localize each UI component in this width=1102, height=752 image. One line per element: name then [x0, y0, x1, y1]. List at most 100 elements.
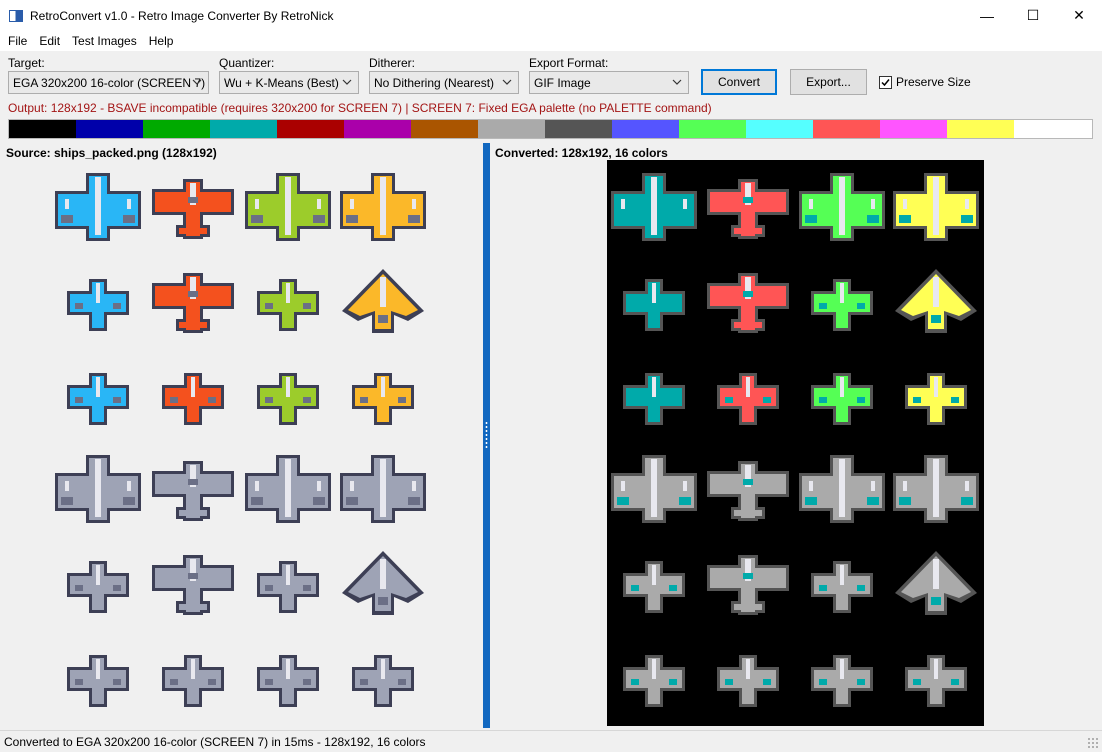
- palette-swatch: [1014, 120, 1081, 138]
- ship-sprite: [55, 455, 141, 523]
- size-grip-icon[interactable]: [1087, 737, 1099, 749]
- palette-swatch: [679, 120, 746, 138]
- ship-sprite: [245, 173, 331, 241]
- ship-cell: [51, 348, 145, 442]
- ship-sprite: [55, 173, 141, 241]
- ditherer-value: No Dithering (Nearest): [374, 75, 495, 90]
- palette-swatch: [545, 120, 612, 138]
- ship-sprite: [257, 655, 319, 707]
- menu-bar: File Edit Test Images Help: [0, 31, 1102, 51]
- chevron-down-icon: [672, 79, 682, 85]
- ship-cell: [889, 536, 983, 630]
- ship-cell: [701, 254, 795, 348]
- ship-sprite: [245, 455, 331, 523]
- ship-cell: [146, 254, 240, 348]
- ship-cell: [241, 630, 335, 724]
- ship-sprite: [152, 555, 234, 615]
- ship-cell: [795, 254, 889, 348]
- panel-splitter[interactable]: [483, 143, 490, 728]
- palette-swatch: [277, 120, 344, 138]
- converted-panel-title: Converted: 128x192, 16 colors: [495, 146, 668, 160]
- palette-swatch: [411, 120, 478, 138]
- ship-cell: [701, 348, 795, 442]
- ship-sprite: [905, 373, 967, 425]
- ship-sprite: [623, 561, 685, 613]
- ship-sprite: [707, 555, 789, 615]
- ship-sprite: [799, 173, 885, 241]
- converted-image-canvas: [607, 160, 984, 726]
- ship-sprite: [162, 655, 224, 707]
- preserve-size-label[interactable]: Preserve Size: [896, 75, 971, 89]
- ship-cell: [889, 348, 983, 442]
- ship-sprite: [67, 279, 129, 331]
- grip-icon: [485, 421, 488, 449]
- ship-cell: [889, 442, 983, 536]
- ship-sprite: [717, 655, 779, 707]
- ship-cell: [701, 442, 795, 536]
- export-button[interactable]: Export...: [790, 69, 867, 95]
- menu-help[interactable]: Help: [143, 34, 180, 48]
- ship-sprite: [257, 279, 319, 331]
- menu-file[interactable]: File: [2, 34, 33, 48]
- minimize-button[interactable]: —: [964, 0, 1010, 31]
- checkmark-icon: [881, 79, 890, 87]
- target-select[interactable]: EGA 320x200 16-color (SCREEN 7): [8, 71, 209, 94]
- palette-swatch: [478, 120, 545, 138]
- ship-sprite: [342, 551, 424, 615]
- palette-swatch: [210, 120, 277, 138]
- close-button[interactable]: ✕: [1056, 0, 1102, 31]
- ship-sprite: [257, 373, 319, 425]
- palette-swatch: [344, 120, 411, 138]
- ship-sprite: [152, 461, 234, 521]
- source-image-panel: [0, 160, 483, 730]
- ship-cell: [889, 254, 983, 348]
- ship-sprite: [895, 269, 977, 333]
- ship-cell: [51, 254, 145, 348]
- quantizer-select[interactable]: Wu + K-Means (Best): [219, 71, 359, 94]
- ship-cell: [51, 442, 145, 536]
- ship-cell: [701, 160, 795, 254]
- menu-edit[interactable]: Edit: [33, 34, 66, 48]
- app-icon: [9, 9, 23, 22]
- ship-sprite: [893, 173, 979, 241]
- ship-sprite: [352, 373, 414, 425]
- ship-cell: [241, 348, 335, 442]
- ship-sprite: [611, 455, 697, 523]
- ship-sprite: [257, 561, 319, 613]
- ship-sprite: [707, 273, 789, 333]
- ship-cell: [336, 348, 430, 442]
- maximize-button[interactable]: ☐: [1010, 0, 1056, 31]
- window-title: RetroConvert v1.0 - Retro Image Converte…: [30, 8, 334, 23]
- ship-cell: [795, 442, 889, 536]
- ship-cell: [146, 160, 240, 254]
- ship-cell: [889, 160, 983, 254]
- ship-sprite: [893, 455, 979, 523]
- ship-cell: [146, 630, 240, 724]
- ship-sprite: [811, 279, 873, 331]
- ship-sprite: [707, 179, 789, 239]
- ship-cell: [51, 630, 145, 724]
- ship-sprite: [799, 455, 885, 523]
- preserve-size-checkbox[interactable]: [879, 76, 892, 89]
- palette-swatch: [612, 120, 679, 138]
- chevron-down-icon: [342, 79, 352, 85]
- convert-button[interactable]: Convert: [701, 69, 777, 95]
- ship-cell: [607, 160, 701, 254]
- ship-sprite: [811, 373, 873, 425]
- ship-sprite: [895, 551, 977, 615]
- ship-sprite: [152, 179, 234, 239]
- target-value: EGA 320x200 16-color (SCREEN 7): [13, 75, 206, 90]
- ship-sprite: [623, 373, 685, 425]
- export-format-select[interactable]: GIF Image: [529, 71, 689, 94]
- ship-cell: [51, 160, 145, 254]
- ship-cell: [607, 348, 701, 442]
- ship-sprite: [717, 373, 779, 425]
- ship-sprite: [352, 655, 414, 707]
- ship-cell: [701, 630, 795, 724]
- palette-swatch: [746, 120, 813, 138]
- ship-cell: [889, 630, 983, 724]
- ship-cell: [241, 536, 335, 630]
- ship-sprite: [67, 373, 129, 425]
- ditherer-select[interactable]: No Dithering (Nearest): [369, 71, 519, 94]
- menu-test-images[interactable]: Test Images: [66, 34, 143, 48]
